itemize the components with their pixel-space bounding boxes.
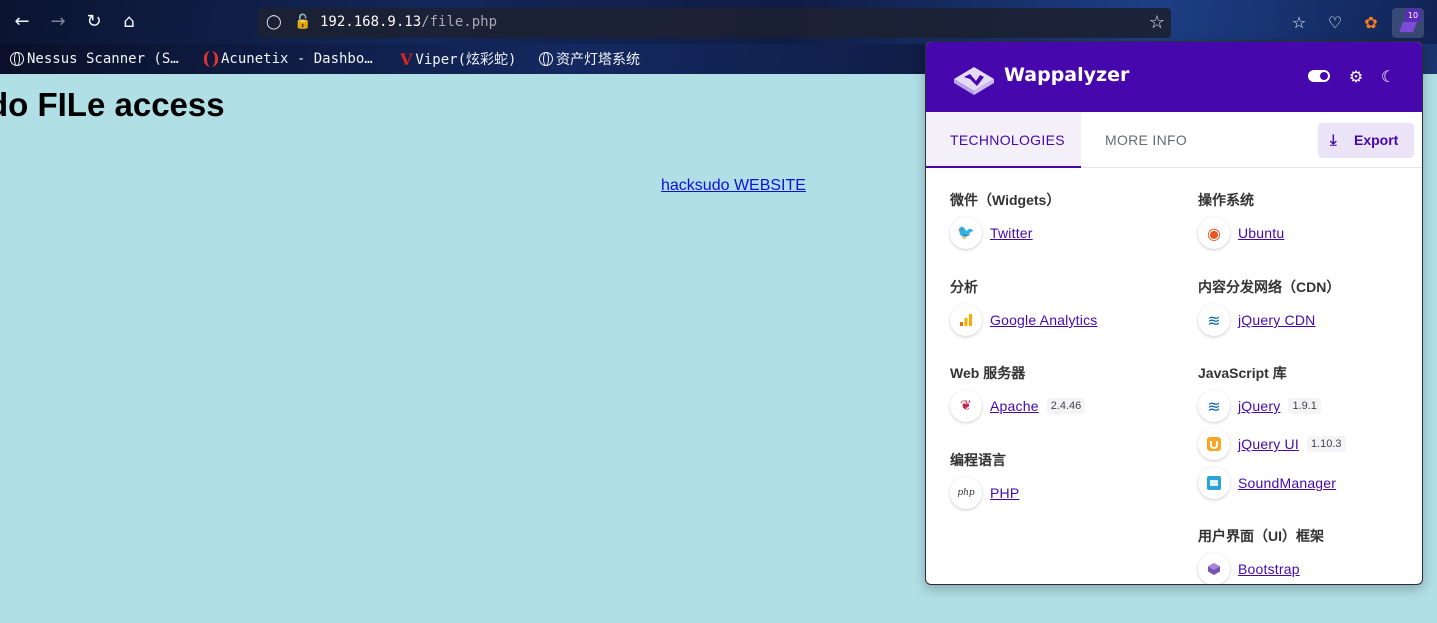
bootstrap-icon: [1198, 553, 1230, 584]
category-programming-languages: 编程语言: [950, 452, 1006, 468]
tech-name[interactable]: PHP: [990, 485, 1019, 501]
tech-name[interactable]: Twitter: [990, 225, 1033, 241]
toggle-switch[interactable]: [1308, 70, 1330, 82]
wappalyzer-logo-icon: [954, 67, 994, 95]
globe-icon: [10, 52, 24, 66]
download-icon: ⤓: [1330, 132, 1337, 149]
bookmark-nessus[interactable]: Nessus Scanner (S…: [10, 49, 179, 69]
jquery-icon: ≋: [1198, 304, 1230, 336]
tab-bar: TECHNOLOGIES MORE INFO ⤓ Export: [926, 112, 1422, 168]
tech-name[interactable]: jQuery UI: [1238, 436, 1299, 452]
category-ui-frameworks: 用户界面（UI）框架: [1198, 528, 1324, 544]
url-bar[interactable]: ◯ 🔓 192.168.9.13/file.php ☆: [258, 8, 1171, 38]
tech-apache[interactable]: ❦ Apache 2.4.46: [950, 390, 1086, 422]
settings-gear-icon[interactable]: ⚙: [1345, 66, 1367, 88]
popup-header: Wappalyzer ⚙ ☾: [926, 42, 1422, 112]
bookmark-label: Viper(炫彩蛇): [415, 52, 517, 68]
tech-name[interactable]: Google Analytics: [990, 312, 1097, 328]
tech-version: 2.4.46: [1046, 398, 1086, 414]
pocket-icon[interactable]: ♡: [1324, 12, 1346, 34]
bookmark-acunetix[interactable]: Acunetix - Dashbo…: [204, 49, 373, 69]
url-host: 192.168.9.13: [320, 14, 422, 30]
extension-star-icon[interactable]: ☆: [1288, 12, 1310, 34]
home-icon[interactable]: ⌂: [117, 10, 141, 34]
page-heading: do FILe access: [0, 86, 225, 123]
tab-technologies[interactable]: TECHNOLOGIES: [926, 112, 1081, 168]
apache-feather-icon: ❦: [950, 390, 982, 422]
category-analytics: 分析: [950, 279, 978, 295]
tech-google-analytics[interactable]: Google Analytics: [950, 304, 1097, 336]
url-path: /file.php: [421, 14, 498, 30]
category-web-server: Web 服务器: [950, 365, 1026, 381]
extension-badge: 10: [1405, 9, 1421, 22]
php-icon: php: [950, 477, 982, 509]
jquery-icon: ≋: [1198, 390, 1230, 422]
bookmark-label: Nessus Scanner (S…: [27, 51, 179, 67]
url-text[interactable]: 192.168.9.13/file.php: [320, 14, 497, 30]
tech-bootstrap[interactable]: Bootstrap: [1198, 553, 1300, 584]
hacksudo-website-link[interactable]: hacksudo WEBSITE: [661, 177, 806, 195]
dark-mode-moon-icon[interactable]: ☾: [1377, 66, 1399, 88]
category-cdn: 内容分发网络（CDN）: [1198, 279, 1341, 295]
tech-version: 1.10.3: [1306, 436, 1346, 452]
wappalyzer-small-icon: [1399, 22, 1417, 32]
acunetix-icon: [204, 51, 218, 67]
wappalyzer-extension-button[interactable]: 10: [1392, 8, 1424, 38]
tech-name[interactable]: Apache: [990, 398, 1039, 414]
category-operating-systems: 操作系统: [1198, 192, 1254, 208]
ubuntu-icon: ◉: [1198, 217, 1230, 249]
tech-name[interactable]: jQuery: [1238, 398, 1280, 414]
export-label: Export: [1354, 132, 1399, 148]
tech-name[interactable]: Ubuntu: [1238, 225, 1284, 241]
viper-icon: V: [400, 49, 413, 69]
globe-icon: [539, 52, 553, 66]
lock-warning-icon[interactable]: 🔓: [294, 14, 311, 30]
jquery-ui-icon: [1198, 428, 1230, 460]
shield-icon[interactable]: ◯: [266, 14, 282, 30]
tech-name[interactable]: jQuery CDN: [1238, 312, 1315, 328]
tech-ubuntu[interactable]: ◉ Ubuntu: [1198, 217, 1284, 249]
tech-twitter[interactable]: 🐦 Twitter: [950, 217, 1033, 249]
firefox-extension-icon[interactable]: ✿: [1360, 12, 1382, 34]
bookmark-label: Acunetix - Dashbo…: [221, 51, 373, 67]
bookmark-star-icon[interactable]: ☆: [1149, 12, 1165, 33]
tech-soundmanager[interactable]: SoundManager: [1198, 467, 1336, 499]
tech-jquery[interactable]: ≋ jQuery 1.9.1: [1198, 390, 1321, 422]
export-button[interactable]: ⤓ Export: [1318, 123, 1414, 158]
wappalyzer-popup: Wappalyzer ⚙ ☾ TECHNOLOGIES MORE INFO ⤓ …: [925, 41, 1423, 585]
tab-more-info[interactable]: MORE INFO: [1081, 112, 1211, 168]
bookmark-asset-lighthouse[interactable]: 资产灯塔系统: [539, 49, 640, 69]
tech-version: 1.9.1: [1288, 398, 1321, 414]
tech-jquery-cdn[interactable]: ≋ jQuery CDN: [1198, 304, 1315, 336]
back-arrow-icon[interactable]: ←: [10, 10, 34, 34]
category-widgets: 微件（Widgets）: [950, 192, 1061, 208]
soundmanager-icon: [1198, 467, 1230, 499]
wappalyzer-brand: Wappalyzer: [1004, 64, 1130, 86]
tech-name[interactable]: Bootstrap: [1238, 561, 1300, 577]
category-javascript-libraries: JavaScript 库: [1198, 365, 1287, 381]
tech-name[interactable]: SoundManager: [1238, 475, 1336, 491]
tech-jquery-ui[interactable]: jQuery UI 1.10.3: [1198, 428, 1346, 460]
twitter-icon: 🐦: [950, 217, 982, 249]
browser-toolbar: ← → ↻ ⌂ ◯ 🔓 192.168.9.13/file.php ☆ ☆ ♡ …: [0, 0, 1437, 44]
reload-icon[interactable]: ↻: [82, 10, 106, 34]
bookmark-label: 资产灯塔系统: [556, 52, 640, 68]
forward-arrow-icon[interactable]: →: [46, 10, 70, 34]
google-analytics-icon: [950, 304, 982, 336]
tech-php[interactable]: php PHP: [950, 477, 1019, 509]
bookmark-viper[interactable]: V Viper(炫彩蛇): [400, 49, 516, 69]
